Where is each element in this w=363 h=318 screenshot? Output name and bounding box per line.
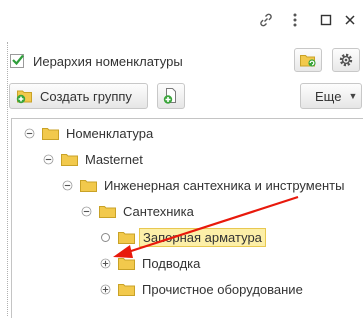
create-group-button[interactable]: Создать группу (9, 83, 148, 109)
tree-node-label-selected: Запорная арматура (139, 227, 266, 247)
folder-icon (118, 283, 135, 296)
window-titlebar (0, 0, 363, 40)
expand-plus-icon[interactable] (100, 284, 111, 295)
settings-button[interactable] (332, 48, 360, 72)
tree-row[interactable]: Прочистное оборудование (100, 278, 303, 300)
hierarchy-checkbox[interactable] (10, 54, 24, 68)
folder-icon (99, 205, 116, 218)
tree-row[interactable]: Masternet (43, 148, 143, 170)
tree-row[interactable]: Подводка (100, 252, 200, 274)
close-icon[interactable] (341, 11, 359, 29)
checkmark-icon (12, 54, 24, 66)
more-actions-button[interactable]: Еще ▼ (300, 83, 362, 109)
expand-plus-icon[interactable] (100, 258, 111, 269)
more-vertical-icon[interactable] (286, 11, 304, 29)
folder-icon (61, 153, 78, 166)
hierarchy-folder-button[interactable] (294, 48, 322, 72)
more-actions-label: Еще (315, 88, 342, 104)
tree-row[interactable]: Инженерная сантехника и инструменты (62, 174, 344, 196)
leaf-circle-icon[interactable] (100, 232, 111, 243)
chevron-down-icon: ▼ (348, 91, 358, 101)
gear-icon (339, 53, 353, 67)
hierarchy-toggle[interactable]: Иерархия номенклатуры (10, 51, 210, 71)
collapse-minus-icon[interactable] (81, 206, 92, 217)
folder-icon (118, 231, 135, 244)
create-group-label: Создать группу (40, 88, 132, 104)
document-add-icon (163, 88, 176, 104)
tree-row[interactable]: Номенклатура (24, 122, 153, 144)
link-icon[interactable] (257, 11, 275, 29)
tree-node-label: Сантехника (123, 203, 194, 219)
collapse-minus-icon[interactable] (62, 180, 73, 191)
nomenclature-tree[interactable]: Номенклатура Masternet Инженерная сантехни… (11, 118, 363, 318)
folder-icon (118, 257, 135, 270)
maximize-icon[interactable] (317, 11, 335, 29)
folder-icon (80, 179, 97, 192)
hierarchy-label: Иерархия номенклатуры (33, 53, 183, 69)
tree-node-label: Инженерная сантехника и инструменты (104, 177, 345, 193)
tree-node-label: Подводка (142, 255, 201, 271)
folder-refresh-icon (300, 55, 316, 67)
collapse-minus-icon[interactable] (43, 154, 54, 165)
tree-node-label: Прочистное оборудование (142, 281, 303, 297)
tree-row[interactable]: Сантехника (81, 200, 194, 222)
tree-row[interactable]: Запорная арматура (100, 226, 266, 248)
create-item-button[interactable] (157, 83, 185, 109)
folder-icon (42, 127, 59, 140)
collapse-minus-icon[interactable] (24, 128, 35, 139)
folder-add-icon (16, 90, 32, 104)
tree-node-label: Masternet (85, 151, 143, 167)
tree-node-label: Номенклатура (66, 125, 154, 141)
